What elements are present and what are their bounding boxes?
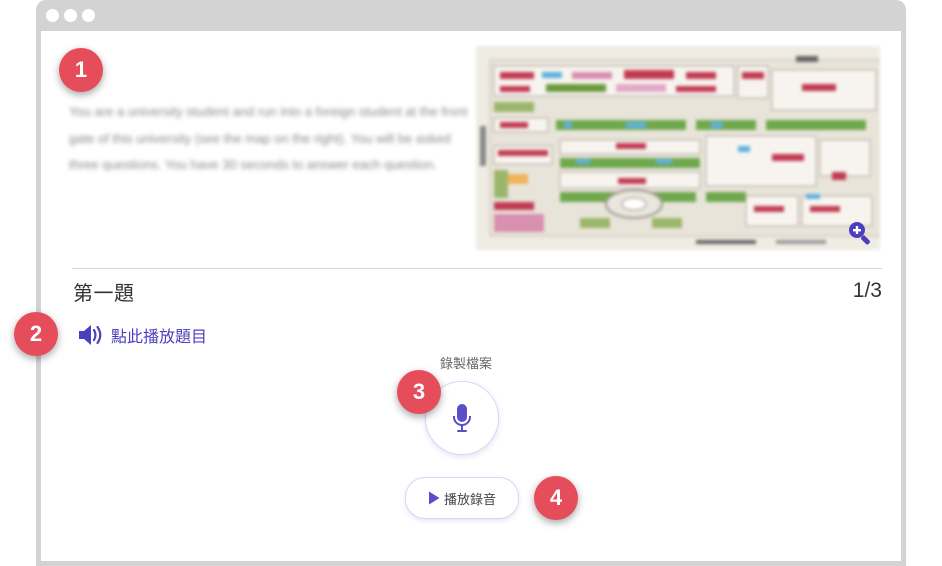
record-caption: 錄製檔案 bbox=[439, 357, 492, 372]
microphone-icon bbox=[453, 404, 471, 432]
question-instructions: You are a university student and run int… bbox=[69, 104, 468, 172]
question-counter: 1/3 bbox=[852, 279, 882, 302]
play-question-button[interactable]: 點此播放題目 bbox=[77, 323, 207, 347]
play-question-label: 點此播放題目 bbox=[111, 327, 208, 346]
window-titlebar bbox=[36, 0, 906, 31]
speaker-icon bbox=[79, 325, 102, 345]
browser-window: You are a university student and run int… bbox=[36, 0, 906, 566]
section-divider bbox=[72, 268, 882, 269]
play-recording-button[interactable]: 播放錄音 bbox=[405, 477, 519, 519]
zoom-in-icon[interactable] bbox=[847, 220, 873, 246]
question-title: 第一題 bbox=[73, 281, 135, 305]
callout-badge: 2 bbox=[14, 312, 58, 356]
window-dot bbox=[46, 9, 59, 22]
window-dot bbox=[82, 9, 95, 22]
window-dot bbox=[64, 9, 77, 22]
play-icon bbox=[428, 491, 440, 505]
callout-badge: 4 bbox=[534, 476, 578, 520]
page-content: You are a university student and run int… bbox=[41, 31, 901, 561]
play-recording-label: 播放錄音 bbox=[443, 492, 496, 508]
campus-map-image[interactable] bbox=[476, 46, 880, 250]
callout-badge: 1 bbox=[59, 48, 103, 92]
callout-badge: 3 bbox=[397, 370, 441, 414]
